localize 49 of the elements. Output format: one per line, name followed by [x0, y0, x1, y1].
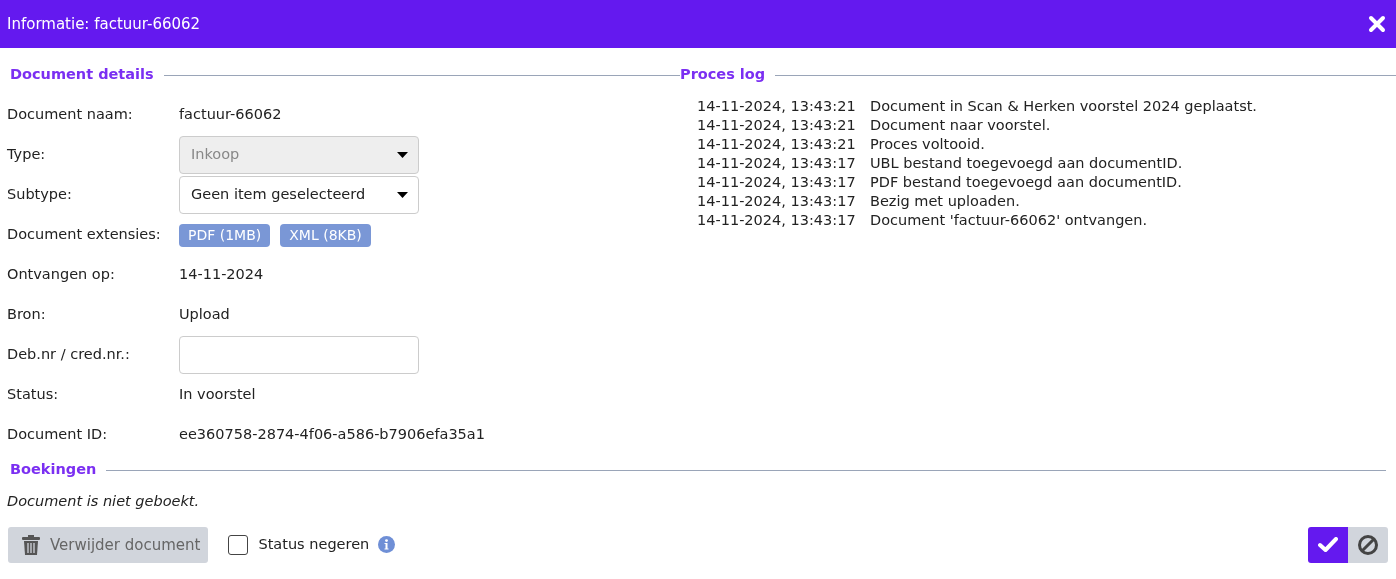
- caret-icon: [397, 152, 408, 158]
- info-icon: [378, 536, 396, 554]
- log-time: 14-11-2024, 13:43:21: [697, 116, 857, 135]
- field-label: Subtype:: [7, 185, 73, 205]
- field-label: Type:: [7, 145, 47, 165]
- section-heading: Proces log: [680, 65, 766, 85]
- field-value: ee360758-2874-4f06-a586-b7906efa35a1: [179, 425, 485, 445]
- field-value: factuur-66062: [179, 105, 282, 125]
- field-value: In voorstel: [179, 385, 256, 405]
- field-label: Document ID:: [7, 425, 109, 445]
- booking-note: Document is niet geboekt.: [6, 492, 201, 511]
- log-message: Document 'factuur-66062' ontvangen.: [870, 211, 1148, 230]
- field-label: Ontvangen op:: [7, 265, 116, 285]
- trash-icon: [22, 534, 40, 555]
- caret-icon: [397, 192, 408, 198]
- close-icon[interactable]: [1368, 15, 1386, 33]
- log-message: UBL bestand toegevoegd aan documentID.: [870, 154, 1183, 173]
- field-label: Deb.nr / cred.nr.:: [7, 345, 131, 365]
- log-time: 14-11-2024, 13:43:17: [697, 211, 857, 230]
- checkbox[interactable]: [228, 534, 249, 555]
- field-label: Status:: [7, 385, 60, 405]
- field-value: 14-11-2024: [179, 265, 264, 285]
- field-value: Upload: [179, 305, 230, 325]
- log-time: 14-11-2024, 13:43:17: [697, 173, 857, 192]
- file-tag: XML (8KB): [280, 223, 371, 247]
- log-time: 14-11-2024, 13:43:21: [697, 97, 857, 116]
- log-message: Document naar voorstel.: [870, 116, 1051, 135]
- field-label: Document naam:: [7, 105, 134, 125]
- log-message: Document in Scan & Herken voorstel 2024 geplaatst.: [870, 97, 1257, 116]
- input-field[interactable]: [179, 336, 419, 374]
- select-field: Inkoop: [179, 136, 419, 174]
- prohibited-icon: [1357, 533, 1379, 556]
- field-label: Bron:: [7, 305, 47, 325]
- window-title: Informatie: factuur-66062: [7, 13, 201, 35]
- checkmark-icon: [1318, 536, 1338, 553]
- file-tag: PDF (1MB): [179, 223, 271, 247]
- select-field[interactable]: Geen item geselecteerd: [179, 176, 419, 214]
- log-time: 14-11-2024, 13:43:17: [697, 192, 857, 211]
- log-message: Proces voltooid.: [870, 135, 985, 154]
- field-label: Document extensies:: [7, 225, 162, 245]
- cancel-button[interactable]: [1348, 526, 1388, 563]
- section-heading: Boekingen: [10, 460, 97, 480]
- log-time: 14-11-2024, 13:43:17: [697, 154, 857, 173]
- log-time: 14-11-2024, 13:43:21: [697, 135, 857, 154]
- log-message: Bezig met uploaden.: [870, 192, 1020, 211]
- section-heading: Document details: [10, 65, 154, 85]
- checkbox-label: Status negeren: [258, 534, 370, 554]
- confirm-button[interactable]: [1308, 526, 1348, 563]
- log-message: PDF bestand toegevoegd aan documentID.: [870, 173, 1182, 192]
